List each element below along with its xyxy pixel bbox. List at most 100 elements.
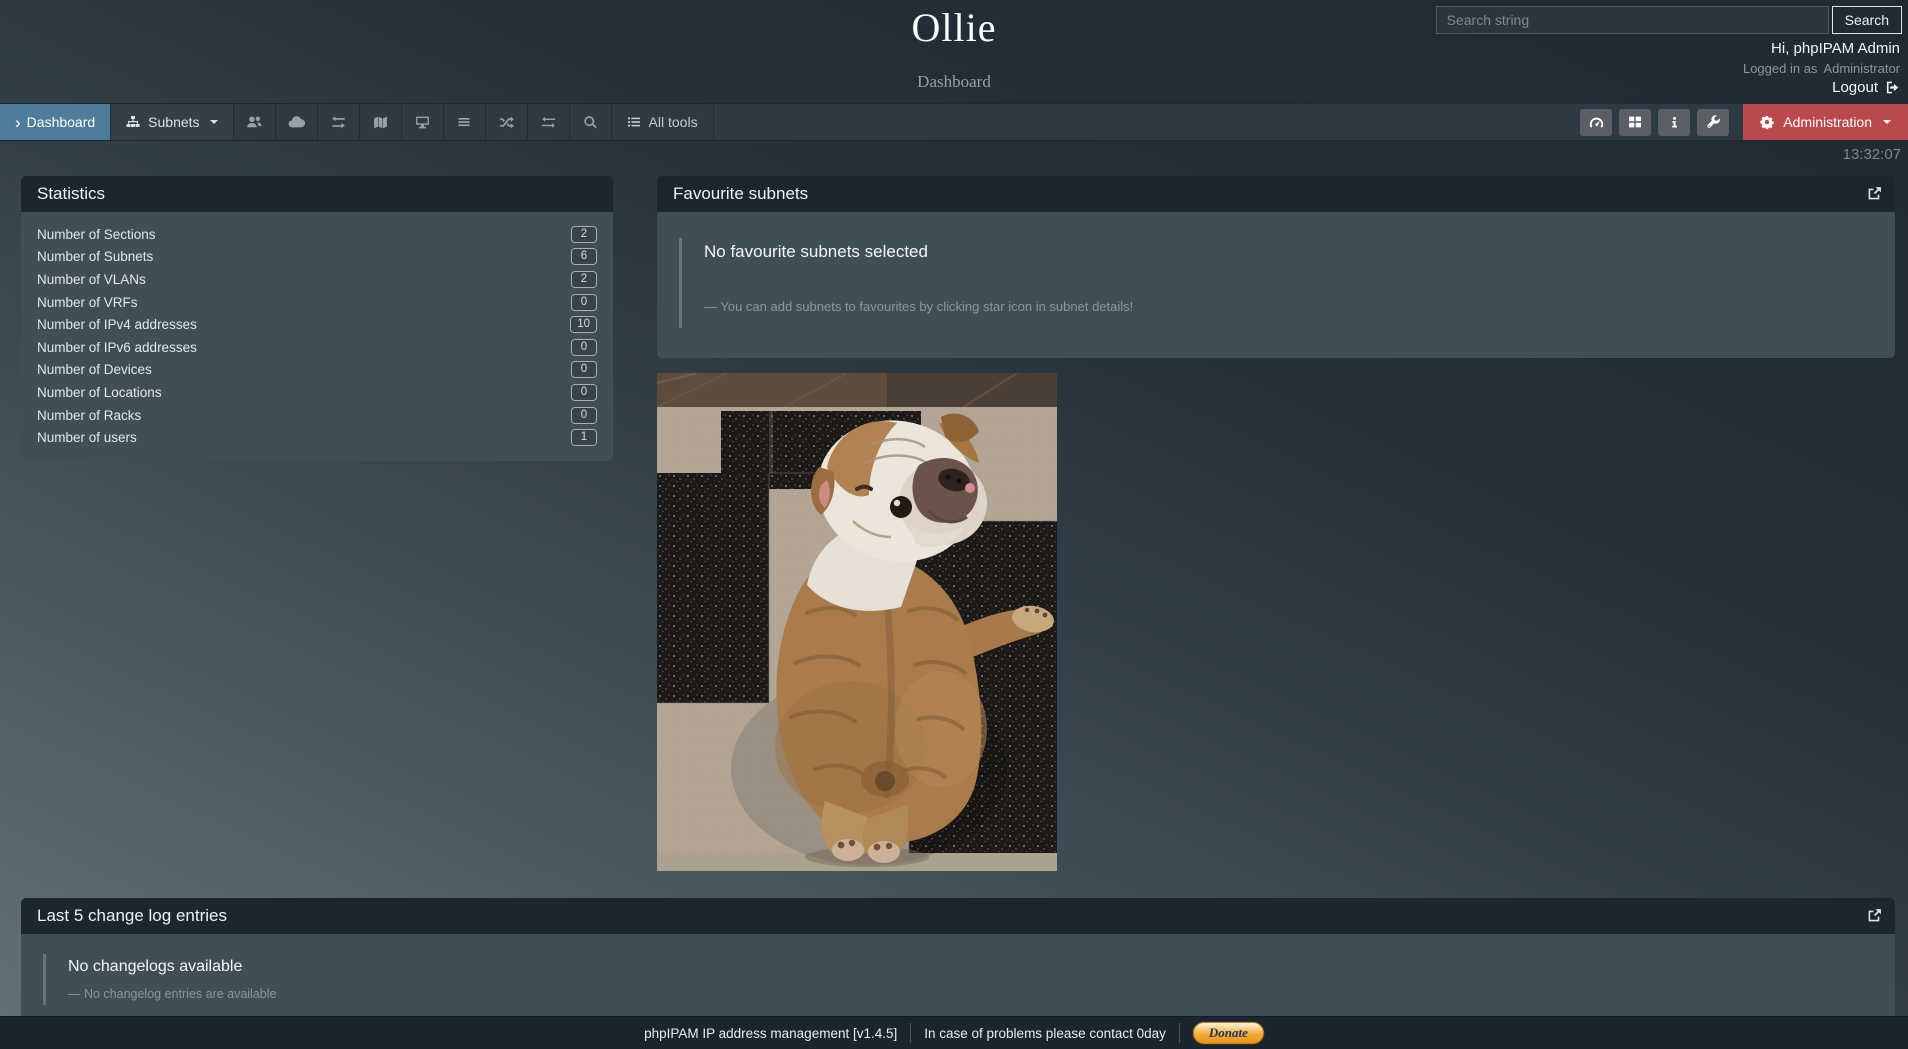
statistics-row-value-badge: 0 <box>571 361 597 378</box>
shuffle-icon <box>499 115 514 130</box>
statistics-row-value-badge: 2 <box>571 226 597 243</box>
changelog-empty-alert: No changelogs available — No changelog e… <box>43 954 1895 1005</box>
list-bars-icon <box>457 115 471 129</box>
footer-app-info: phpIPAM IP address management [v1.4.5] <box>644 1026 897 1041</box>
tools-list-icon <box>627 115 641 129</box>
chevron-right-icon: › <box>15 114 21 131</box>
nav-subnets[interactable]: Subnets <box>111 104 233 140</box>
statistics-row-value-badge: 6 <box>571 248 597 265</box>
statistics-row-label: Number of Sections <box>37 227 156 242</box>
statistics-row-label: Number of Subnets <box>37 249 153 264</box>
favourite-subnets-header: Favourite subnets <box>657 176 1895 212</box>
favourite-subnets-body: No favourite subnets selected — You can … <box>657 212 1895 358</box>
info-button[interactable] <box>1658 109 1690 136</box>
info-icon <box>1668 116 1681 129</box>
statistics-row: Number of Racks0 <box>37 404 597 427</box>
search-input[interactable] <box>1436 6 1829 34</box>
statistics-row-label: Number of Locations <box>37 385 162 400</box>
statistics-row: Number of Locations 0 <box>37 381 597 404</box>
nav-desktop-button[interactable] <box>402 104 444 140</box>
bulldog-on-rug-illustration <box>657 373 1057 871</box>
changelog-title: Last 5 change log entries <box>37 906 227 925</box>
favourites-empty-alert: No favourite subnets selected — You can … <box>679 238 1895 328</box>
statistics-row: Number of VLANs2 <box>37 268 597 291</box>
statistics-row: Number of VRFs 0 <box>37 291 597 314</box>
statistics-row-label: Number of users <box>37 430 137 445</box>
statistics-body: Number of Sections2Number of Subnets6Num… <box>21 212 613 461</box>
changelog-empty-title: No changelogs available <box>68 958 1895 976</box>
nav-exchange-button[interactable] <box>318 104 360 140</box>
search-button[interactable]: Search <box>1832 6 1902 34</box>
main-navbar: › Dashboard Subnets All tools <box>0 103 1908 141</box>
nav-all-tools[interactable]: All tools <box>612 104 714 140</box>
logged-in-user: Administrator <box>1823 61 1900 76</box>
cloud-icon <box>288 114 305 131</box>
statistics-row: Number of IPv6 addresses 0 <box>37 336 597 359</box>
favourites-empty-title: No favourite subnets selected <box>704 242 1895 262</box>
search-icon <box>583 115 598 130</box>
clock: 13:32:07 <box>1843 146 1901 163</box>
statistics-panel-header: Statistics <box>21 176 613 212</box>
footer-bar: phpIPAM IP address management [v1.4.5] I… <box>0 1016 1908 1049</box>
nav-shuffle-button[interactable] <box>486 104 528 140</box>
favourite-subnets-title: Favourite subnets <box>673 184 808 203</box>
statistics-row: Number of Subnets 6 <box>37 246 597 269</box>
nav-map-button[interactable] <box>360 104 402 140</box>
logout-link[interactable]: Logout <box>1832 79 1900 96</box>
statistics-row-label: Number of IPv6 addresses <box>37 340 197 355</box>
statistics-row: Number of Sections 2 <box>37 223 597 246</box>
changelog-body: No changelogs available — No changelog e… <box>21 934 1895 1016</box>
nav-transfer-button[interactable] <box>528 104 570 140</box>
statistics-row-label: Number of VLANs <box>37 272 146 287</box>
footer-divider <box>910 1023 911 1043</box>
logout-label: Logout <box>1832 79 1878 96</box>
statistics-panel: Statistics Number of Sections2Number of … <box>21 176 613 461</box>
nav-all-tools-label: All tools <box>649 114 698 130</box>
nav-list-button[interactable] <box>444 104 486 140</box>
logged-in-text: Logged in as Administrator <box>1743 61 1900 76</box>
statistics-row-value-badge: 0 <box>571 384 597 401</box>
statistics-row-value-badge: 0 <box>571 407 597 424</box>
statistics-row-label: Number of VRFs <box>37 295 138 310</box>
widgets-grid-button[interactable] <box>1619 109 1651 136</box>
tools-button[interactable] <box>1697 109 1729 136</box>
statistics-row-value-badge: 0 <box>571 294 597 311</box>
open-external-icon[interactable] <box>1867 908 1882 923</box>
nav-cloud-button[interactable] <box>276 104 318 140</box>
statistics-row-value-badge: 0 <box>571 339 597 356</box>
nav-search-button[interactable] <box>570 104 612 140</box>
logged-in-prefix: Logged in as <box>1743 61 1817 76</box>
footer-divider <box>1179 1023 1180 1043</box>
changelog-panel: Last 5 change log entries No changelogs … <box>21 898 1895 1016</box>
users-icon <box>246 114 262 130</box>
favourite-subnets-panel: Favourite subnets No favourite subnets s… <box>657 176 1895 358</box>
statistics-row-value-badge: 10 <box>570 316 597 333</box>
speedometer-icon <box>1588 114 1605 131</box>
statistics-row: Number of IPv4 addresses10 <box>37 313 597 336</box>
statistics-row: Number of users 1 <box>37 426 597 449</box>
statistics-title: Statistics <box>37 184 105 203</box>
caret-down-icon <box>1883 120 1891 124</box>
navbar-right-group: Administration <box>1580 104 1908 140</box>
administration-label: Administration <box>1783 114 1872 130</box>
dog-photo <box>657 373 1057 871</box>
footer-contact-info: In case of problems please contact 0day <box>924 1026 1166 1041</box>
nav-users-button[interactable] <box>234 104 276 140</box>
open-external-icon[interactable] <box>1867 186 1882 201</box>
statistics-row-label: Number of Devices <box>37 362 152 377</box>
transfer-icon <box>541 115 556 130</box>
wrench-icon <box>1706 115 1721 130</box>
gear-icon <box>1760 115 1774 129</box>
grid-icon <box>1628 115 1642 129</box>
favourites-empty-hint: — You can add subnets to favourites by c… <box>704 299 1895 314</box>
sign-out-icon <box>1885 80 1900 95</box>
exchange-icon <box>331 115 346 130</box>
desktop-icon <box>415 115 430 130</box>
statistics-row-value-badge: 1 <box>571 429 597 446</box>
dashboard-widgets-button[interactable] <box>1580 109 1612 136</box>
nav-dashboard[interactable]: › Dashboard <box>0 104 111 140</box>
breadcrumb: Dashboard <box>0 72 1908 92</box>
donate-button[interactable]: Donate <box>1193 1022 1264 1044</box>
administration-menu[interactable]: Administration <box>1743 104 1908 140</box>
greeting-text: Hi, phpIPAM Admin <box>1771 40 1900 57</box>
